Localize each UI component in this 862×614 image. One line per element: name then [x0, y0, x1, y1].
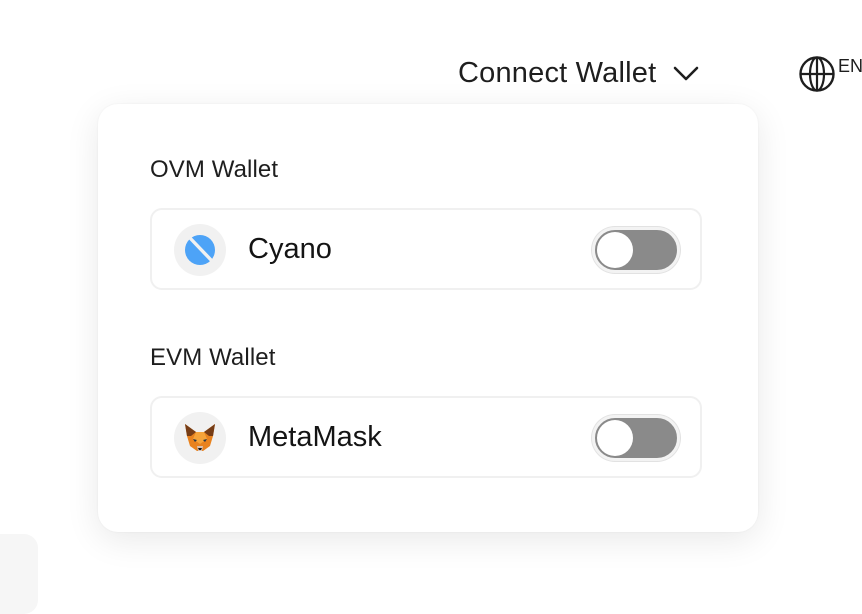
metamask-toggle[interactable] — [592, 415, 680, 461]
cyano-toggle[interactable] — [592, 227, 680, 273]
wallet-name-metamask: MetaMask — [248, 421, 382, 453]
cyano-logo-icon — [174, 224, 226, 276]
evm-wallet-heading: EVM Wallet — [150, 344, 276, 371]
ovm-wallet-heading: OVM Wallet — [150, 156, 279, 183]
metamask-fox-icon — [174, 412, 226, 464]
globe-icon — [798, 54, 836, 92]
toggle-knob — [597, 232, 633, 268]
wallet-dropdown: OVM Wallet Cyano EVM Wallet MetaMask — [98, 104, 758, 532]
chevron-down-icon — [672, 63, 700, 83]
connect-wallet-button[interactable]: Connect Wallet — [458, 52, 700, 94]
header-bar: Connect Wallet EN — [0, 0, 862, 104]
toggle-knob — [597, 420, 633, 456]
connect-wallet-label: Connect Wallet — [458, 57, 657, 89]
wallet-row-cyano[interactable]: Cyano — [150, 208, 702, 290]
language-switch[interactable]: EN — [798, 54, 862, 92]
language-label: EN — [838, 56, 862, 76]
wallet-row-metamask[interactable]: MetaMask — [150, 396, 702, 478]
wallet-name-cyano: Cyano — [248, 233, 332, 265]
background-card — [0, 534, 38, 614]
